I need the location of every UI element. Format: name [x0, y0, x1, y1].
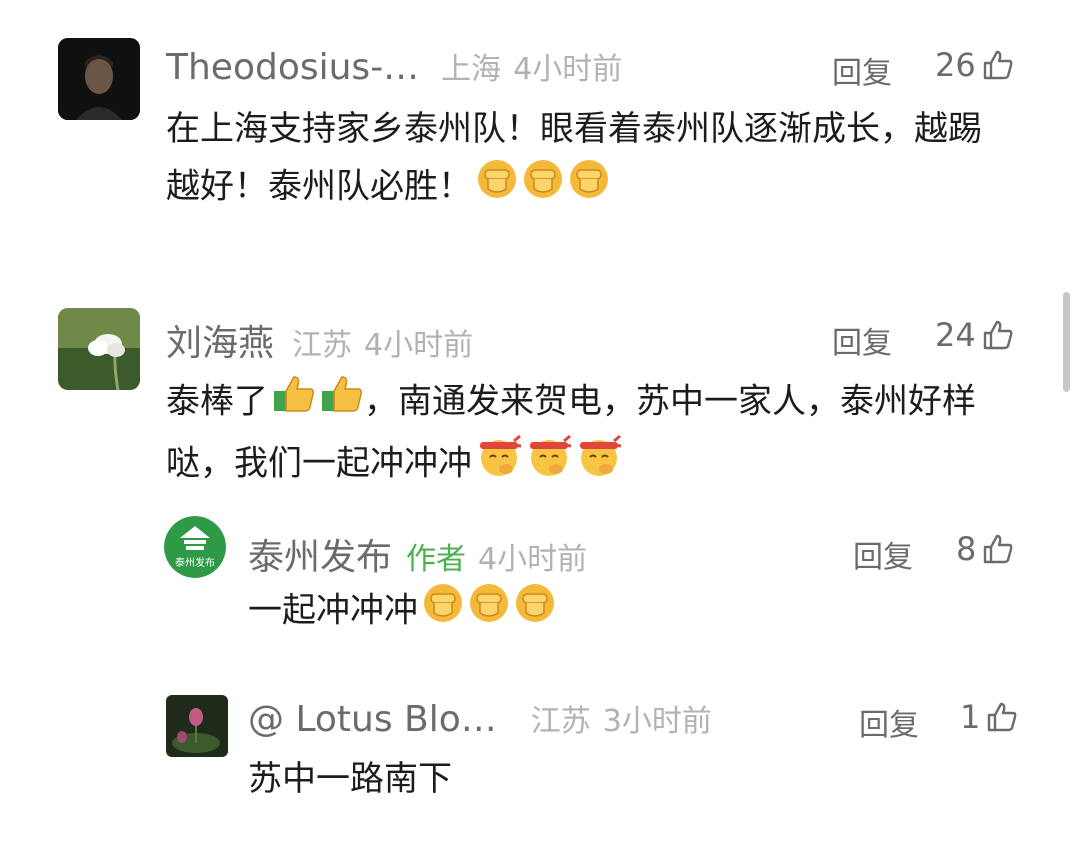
thumbs-up-icon — [988, 702, 1017, 732]
location-label: 江苏 — [292, 328, 353, 363]
timestamp: 4小时前 — [513, 52, 623, 87]
like-button[interactable]: 8 — [956, 530, 1014, 568]
thumbs-up-icon — [983, 320, 1013, 350]
like-count: 1 — [960, 698, 981, 736]
reply-button[interactable]: 回复 — [853, 532, 913, 576]
comment-text: 泰棒了 ，南通发来贺电，苏中一家人，泰州好样哒，我们一起冲冲冲 — [166, 373, 1016, 497]
fist-emoji — [476, 158, 518, 218]
headband-face-emoji — [526, 433, 572, 497]
comment-text: 一起冲冲冲 — [248, 582, 1008, 642]
commenter-name[interactable]: 泰州发布 — [248, 528, 392, 580]
reply-button[interactable]: 回复 — [832, 48, 892, 92]
comment-text-body: 苏中一路南下 — [248, 759, 452, 799]
like-count: 8 — [956, 530, 977, 568]
location-label: 江苏 — [530, 704, 591, 739]
comment-text-part1: 泰棒了 — [166, 381, 268, 422]
thumbs-up-icon — [984, 534, 1013, 564]
timestamp: 4小时前 — [478, 542, 588, 577]
comment-meta: 刘海燕 江苏 4小时前 — [166, 314, 473, 366]
commenter-name[interactable]: 刘海燕 — [166, 314, 274, 366]
fist-emoji — [468, 582, 510, 642]
comment-text: 在上海支持家乡泰州队！眼看着泰州队逐渐成长，越踢越好！泰州队必胜！ — [166, 101, 1006, 218]
comment-meta: @ Lotus Blo… 江苏 3小时前 — [248, 696, 712, 740]
reply-button[interactable]: 回复 — [832, 318, 892, 362]
scrollbar[interactable] — [1063, 292, 1070, 392]
thumbs-up-emoji — [320, 373, 364, 433]
like-button[interactable]: 26 — [935, 46, 1014, 84]
thumbs-up-icon — [983, 50, 1013, 80]
fist-emoji — [568, 158, 610, 218]
like-count: 24 — [935, 316, 976, 354]
comment-text-body: 一起冲冲冲 — [248, 590, 418, 631]
commenter-name[interactable]: @ Lotus Blo… — [248, 699, 497, 740]
avatar[interactable] — [58, 38, 140, 120]
comment-item: Theodosius-… 上海 4小时前 回复 26 在上海支持家乡泰州队！眼看… — [0, 0, 1080, 240]
comment-meta: 泰州发布 作者 4小时前 — [248, 528, 587, 580]
comment-meta: Theodosius-… 上海 4小时前 — [166, 44, 622, 88]
reply-button[interactable]: 回复 — [859, 700, 919, 744]
headband-face-emoji — [576, 433, 622, 497]
avatar[interactable]: 泰州发布 — [164, 516, 226, 578]
location-label: 上海 — [441, 52, 502, 87]
fist-emoji — [522, 158, 564, 218]
fist-emoji — [514, 582, 556, 642]
like-button[interactable]: 1 — [960, 698, 1018, 736]
fist-emoji — [422, 582, 464, 642]
avatar[interactable] — [166, 695, 228, 757]
avatar-logo-text: 泰州发布 — [175, 556, 215, 569]
thumbs-up-emoji — [272, 373, 316, 433]
like-count: 26 — [935, 46, 976, 84]
commenter-name[interactable]: Theodosius-… — [166, 47, 419, 88]
comment-text: 苏中一路南下 — [248, 751, 1008, 808]
comment-item: 刘海燕 江苏 4小时前 回复 24 泰棒了 ，南通发来贺电，苏中一家人，泰州好样哒… — [0, 280, 1080, 863]
reply-item: 泰州发布 泰州发布 作者 4小时前 回复 8 一起冲冲冲 — [0, 516, 1080, 646]
avatar[interactable] — [58, 308, 140, 390]
headband-face-emoji — [476, 433, 522, 497]
reply-item: @ Lotus Blo… 江苏 3小时前 回复 1 苏中一路南下 — [0, 690, 1080, 863]
author-badge: 作者 — [406, 542, 467, 577]
timestamp: 4小时前 — [364, 328, 474, 363]
like-button[interactable]: 24 — [935, 316, 1014, 354]
timestamp: 3小时前 — [602, 704, 712, 739]
